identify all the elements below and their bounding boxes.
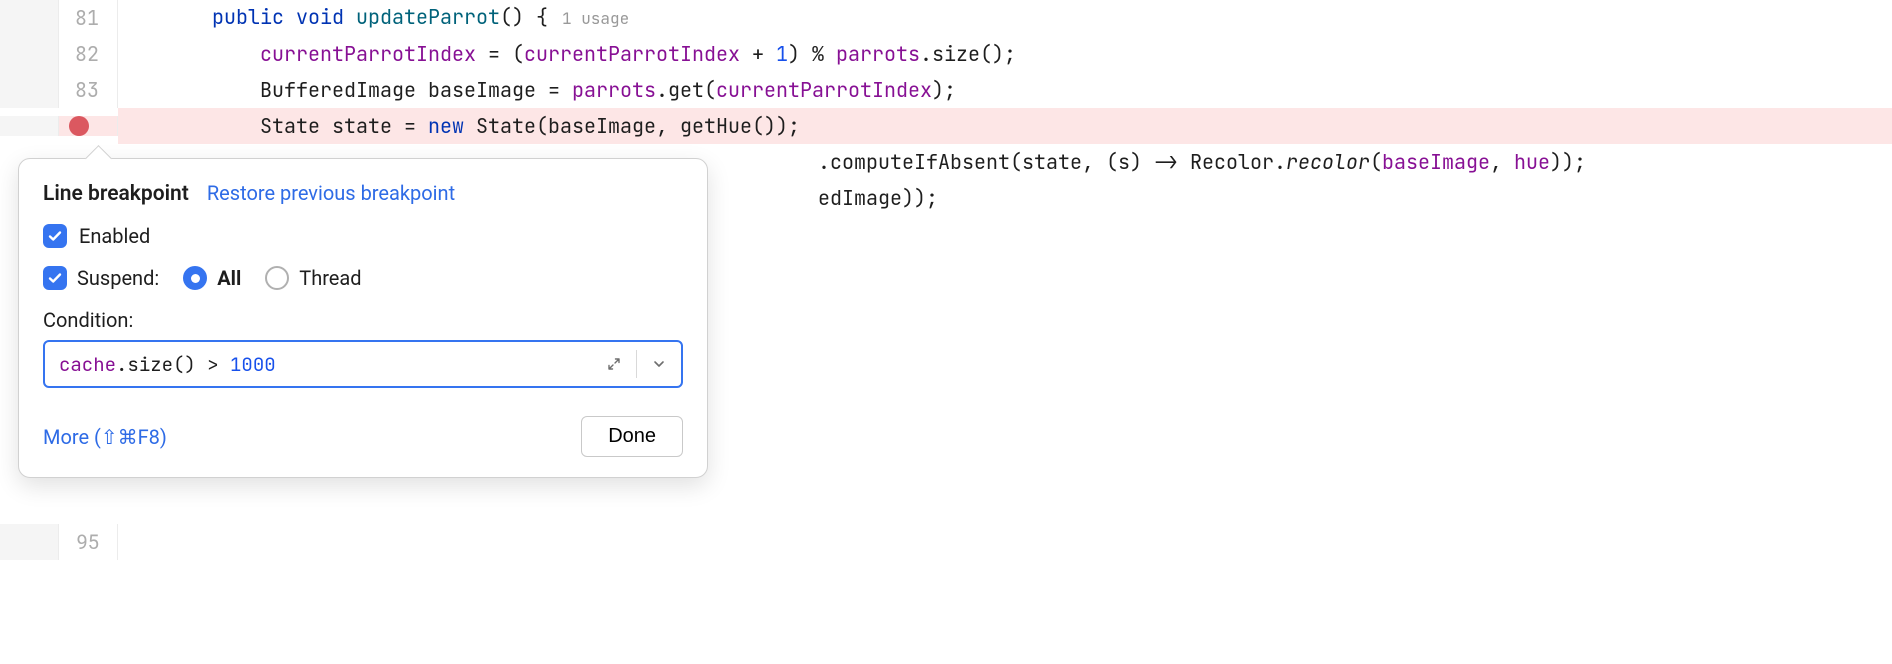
gutter-breakpoint[interactable] — [0, 116, 118, 136]
check-icon — [47, 270, 63, 286]
code-line-breakpoint: State state = new State(baseImage, getHu… — [0, 108, 1892, 144]
suspend-thread-label: Thread — [299, 266, 361, 290]
more-link[interactable]: More (⇧⌘F8) — [43, 425, 167, 449]
usages-hint[interactable]: 1 usage — [548, 8, 629, 29]
enabled-label: Enabled — [79, 224, 150, 248]
gutter[interactable]: 83 — [0, 72, 118, 108]
line-number: 82 — [75, 41, 99, 67]
done-button[interactable]: Done — [581, 416, 683, 457]
line-number: 95 — [77, 530, 99, 554]
line-number: 83 — [75, 77, 99, 103]
gutter[interactable]: 81 — [0, 0, 118, 36]
enabled-checkbox[interactable] — [43, 224, 67, 248]
suspend-checkbox[interactable] — [43, 266, 67, 290]
popup-title: Line breakpoint — [43, 182, 189, 206]
code-line-83: 83 BufferedImage baseImage = parrots.get… — [0, 72, 1892, 108]
condition-label: Condition: — [43, 308, 683, 332]
code-line-82: 82 currentParrotIndex = (currentParrotIn… — [0, 36, 1892, 72]
suspend-all-label: All — [217, 266, 241, 290]
breakpoint-icon[interactable] — [69, 116, 89, 136]
condition-input[interactable]: cache.size() > 1000 — [43, 340, 683, 388]
chevron-down-icon[interactable] — [637, 342, 681, 386]
restore-breakpoint-link[interactable]: Restore previous breakpoint — [207, 181, 455, 205]
suspend-all-radio[interactable] — [183, 266, 207, 290]
expand-icon[interactable] — [592, 342, 636, 386]
suspend-thread-radio[interactable] — [265, 266, 289, 290]
gutter[interactable]: 95 — [0, 524, 118, 560]
code-line-81: 81 public void updateParrot() {1 usage — [0, 0, 1892, 36]
gutter[interactable]: 82 — [0, 36, 118, 72]
breakpoint-popup: Line breakpoint Restore previous breakpo… — [18, 158, 708, 478]
suspend-label: Suspend: — [77, 266, 159, 290]
check-icon — [47, 228, 63, 244]
line-number: 81 — [75, 5, 99, 31]
